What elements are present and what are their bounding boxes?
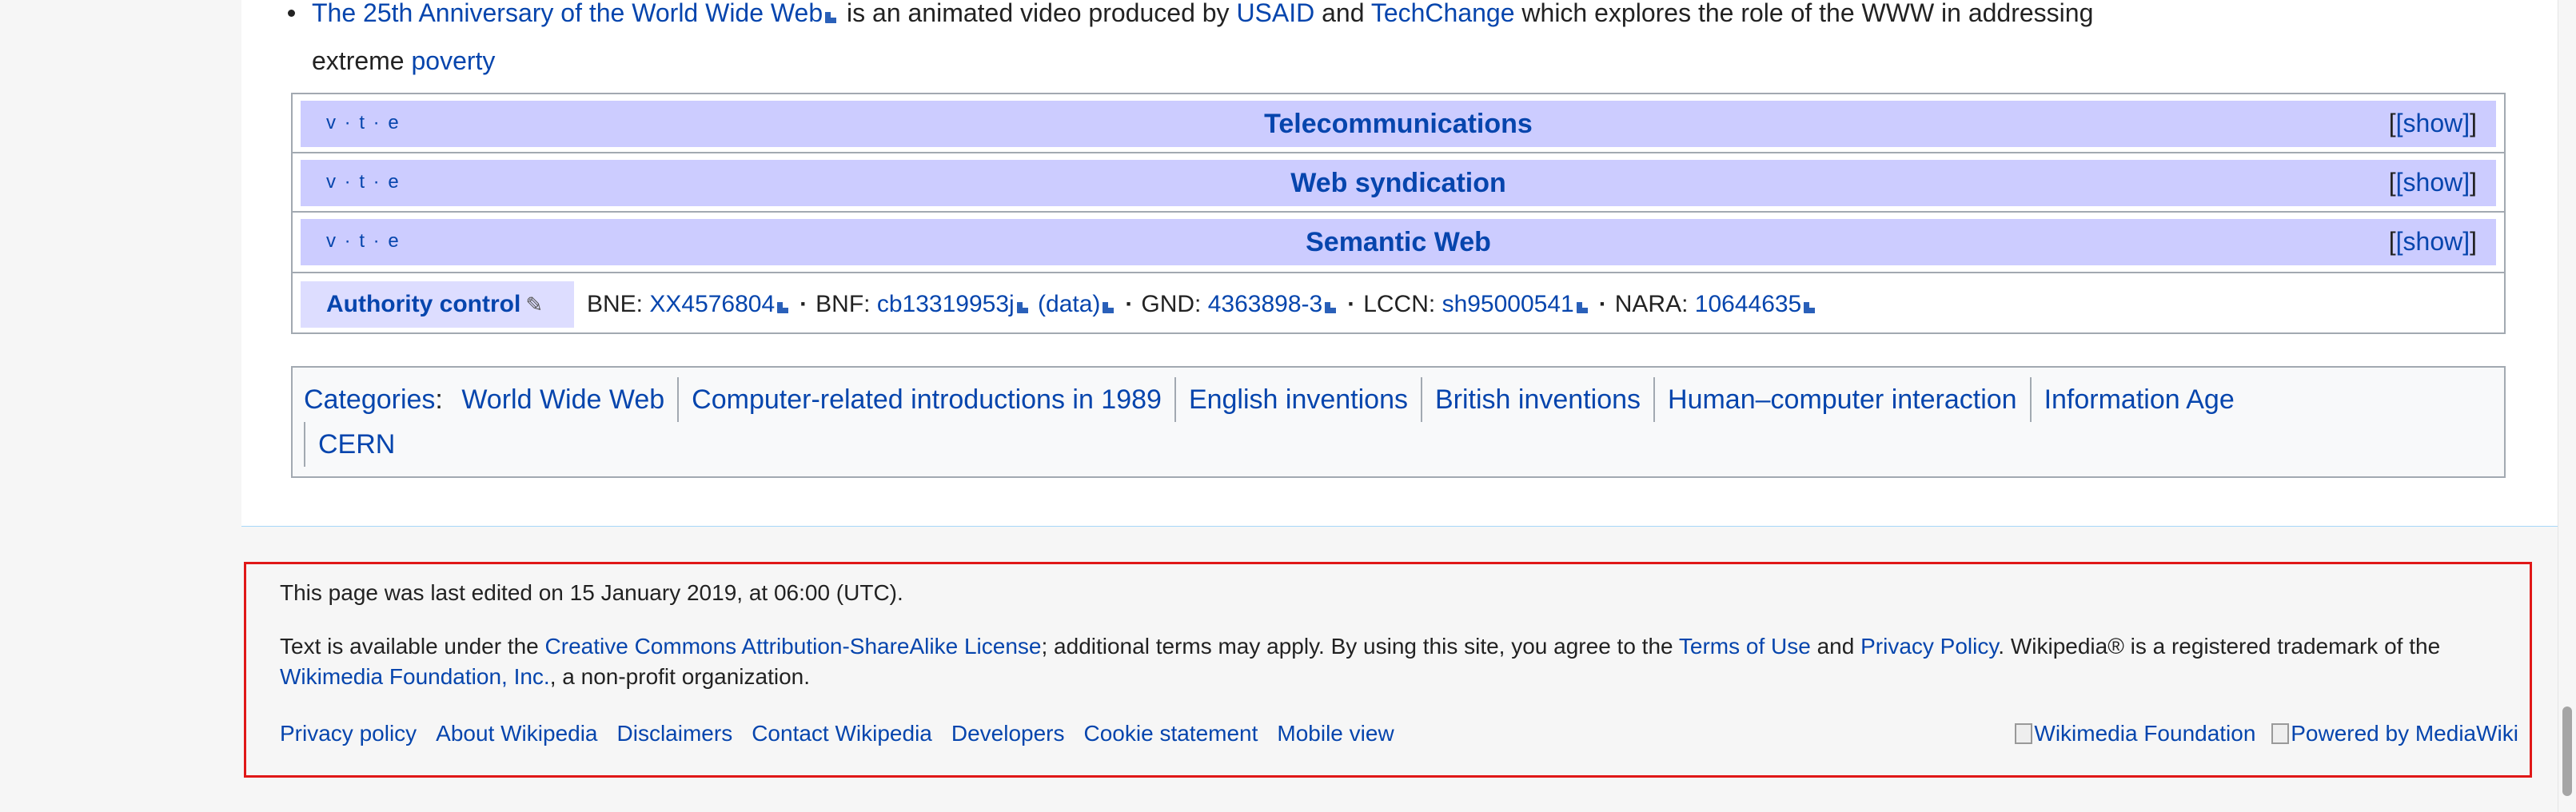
- show-link[interactable]: [show]: [2396, 109, 2470, 137]
- category-links: Categories: World Wide Web Computer-relat…: [291, 366, 2506, 478]
- show-toggle[interactable]: [[show]]: [2389, 227, 2477, 257]
- license-text: Text is available under the Creative Com…: [280, 631, 2502, 692]
- navbox-title[interactable]: Telecommunications: [301, 109, 2496, 140]
- vertical-scrollbar[interactable]: [2558, 0, 2576, 812]
- category-link[interactable]: British inventions: [1421, 377, 1653, 422]
- show-link[interactable]: [show]: [2396, 168, 2470, 197]
- authority-link-bnf-data[interactable]: (data): [1038, 291, 1117, 317]
- footer-icons: Wikimedia Foundation Powered by MediaWik…: [2005, 721, 2518, 750]
- bullet-dot: [288, 10, 295, 17]
- authority-key: BNF:: [815, 291, 877, 317]
- navbox-web-syndication: v · t · e Web syndication [[show]]: [301, 160, 2496, 206]
- authority-link-lccn[interactable]: sh95000541: [1442, 291, 1591, 317]
- broken-image-icon: [2015, 723, 2033, 744]
- license-text-part: Text is available under the: [280, 634, 545, 659]
- authority-link-nara[interactable]: 10644635: [1695, 291, 1818, 317]
- categories-colon: :: [435, 384, 443, 415]
- footer-privacy-policy[interactable]: Privacy policy: [280, 721, 417, 746]
- navbox-title[interactable]: Web syndication: [301, 168, 2496, 199]
- anniversary-video-link[interactable]: The 25th Anniversary of the World Wide W…: [312, 0, 839, 27]
- footer-mobile-view[interactable]: Mobile view: [1277, 721, 1394, 746]
- footer-developers[interactable]: Developers: [951, 721, 1065, 746]
- footer-disclaimers[interactable]: Disclaimers: [617, 721, 733, 746]
- category-link[interactable]: English inventions: [1174, 377, 1421, 422]
- categories-label[interactable]: Categories: [304, 384, 435, 415]
- bullet-text: which explores the role of the WWW in ad…: [1514, 0, 2094, 27]
- show-link[interactable]: [show]: [2396, 227, 2470, 256]
- privacy-policy-link[interactable]: Privacy Policy: [1860, 634, 1998, 659]
- authority-control-label[interactable]: Authority control ✎: [301, 281, 574, 328]
- badge-alt-text[interactable]: Wikimedia Foundation: [2034, 721, 2255, 746]
- authority-link-bnf[interactable]: cb13319953j: [877, 291, 1031, 317]
- bullet-text: extreme: [312, 46, 412, 75]
- pencil-icon[interactable]: ✎: [525, 293, 543, 316]
- bullet-text: and: [1314, 0, 1371, 27]
- authority-key: LCCN:: [1363, 291, 1442, 317]
- last-modified-text: This page was last edited on 15 January …: [280, 580, 903, 605]
- badge-alt-text[interactable]: Powered by MediaWiki: [2291, 721, 2518, 746]
- footer-cookie-statement[interactable]: Cookie statement: [1084, 721, 1258, 746]
- authority-key: BNE:: [587, 291, 650, 317]
- external-links-bullet: The 25th Anniversary of the World Wide W…: [288, 0, 2550, 85]
- techchange-link[interactable]: TechChange: [1371, 0, 1515, 27]
- category-link[interactable]: Information Age: [2029, 377, 2247, 422]
- powered-by-mediawiki-badge[interactable]: Powered by MediaWiki: [2271, 721, 2518, 746]
- footer-places: Privacy policy About Wikipedia Disclaimers…: [280, 721, 1414, 746]
- navbox-title[interactable]: Semantic Web: [301, 227, 2496, 258]
- category-link[interactable]: Computer-related introductions in 1989: [677, 377, 1174, 422]
- authority-control-list: BNE: XX4576804 · BNF: cb13319953j (data) · G…: [587, 281, 1818, 328]
- navbox-container: v · t · e Telecommunications [[show]] v …: [291, 93, 2506, 334]
- cc-license-link[interactable]: Creative Commons Attribution-ShareAlike …: [545, 634, 1042, 659]
- authority-link-bne[interactable]: XX4576804: [649, 291, 792, 317]
- poverty-link[interactable]: poverty: [411, 46, 495, 75]
- broken-image-icon: [2271, 723, 2290, 744]
- wikimedia-foundation-link[interactable]: Wikimedia Foundation, Inc.: [280, 664, 550, 689]
- authority-link-gnd[interactable]: 4363898-3: [1208, 291, 1339, 317]
- navbox-divider: [293, 211, 2504, 213]
- navbox-semantic-web: v · t · e Semantic Web [[show]]: [301, 219, 2496, 265]
- category-link[interactable]: World Wide Web: [450, 377, 677, 422]
- bullet-text: is an animated video produced by: [839, 0, 1237, 27]
- license-text-part: and: [1810, 634, 1861, 659]
- authority-key: NARA:: [1614, 291, 1695, 317]
- show-toggle[interactable]: [[show]]: [2389, 168, 2477, 197]
- license-text-part: . Wikipedia® is a registered trademark o…: [1998, 634, 2441, 659]
- license-text-part: ; additional terms may apply. By using t…: [1041, 634, 1679, 659]
- license-text-part: , a non-profit organization.: [549, 664, 811, 689]
- navbox-divider: [293, 272, 2504, 273]
- footer-about-wikipedia[interactable]: About Wikipedia: [436, 721, 597, 746]
- navbox-telecommunications: v · t · e Telecommunications [[show]]: [301, 101, 2496, 147]
- page-footer: This page was last edited on 15 January …: [244, 562, 2532, 778]
- category-link[interactable]: CERN: [304, 422, 408, 467]
- show-toggle[interactable]: [[show]]: [2389, 109, 2477, 138]
- usaid-link[interactable]: USAID: [1236, 0, 1314, 27]
- navbox-divider: [293, 152, 2504, 153]
- wikimedia-foundation-badge[interactable]: Wikimedia Foundation: [2015, 721, 2255, 746]
- authority-control-title[interactable]: Authority control: [326, 291, 520, 317]
- terms-of-use-link[interactable]: Terms of Use: [1679, 634, 1811, 659]
- authority-key: GND:: [1141, 291, 1208, 317]
- footer-contact-wikipedia[interactable]: Contact Wikipedia: [752, 721, 932, 746]
- scrollbar-thumb[interactable]: [2562, 707, 2572, 796]
- category-link[interactable]: Human–computer interaction: [1653, 377, 2030, 422]
